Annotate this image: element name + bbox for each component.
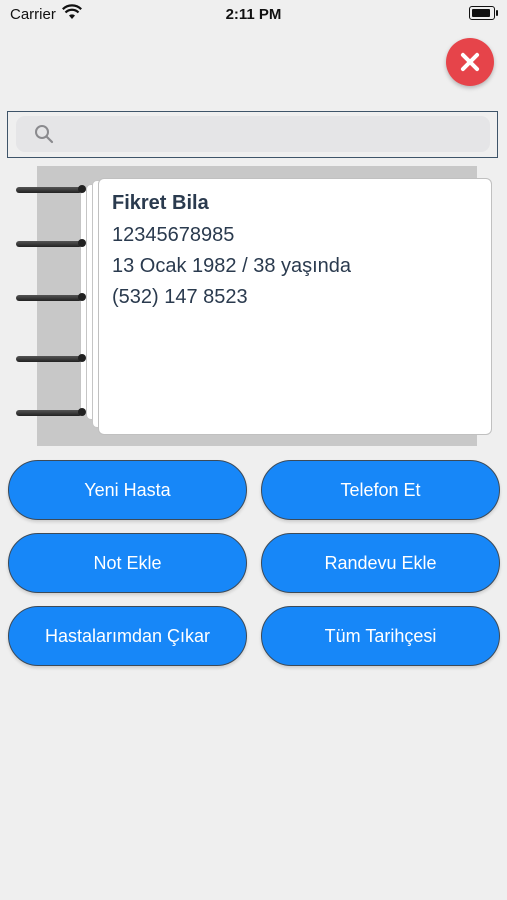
add-note-button[interactable]: Not Ekle (8, 533, 247, 593)
search-bar (7, 111, 498, 158)
patient-phone: (532) 147 8523 (112, 286, 248, 308)
remove-patient-button[interactable]: Hastalarımdan Çıkar (8, 606, 247, 666)
binder-ring (16, 185, 86, 193)
patient-name: Fikret Bila (112, 192, 209, 214)
patient-id-number: 12345678985 (112, 224, 235, 246)
binder-ring (16, 239, 86, 247)
binder-ring (16, 293, 86, 301)
patient-birth-age: 13 Ocak 1982 / 38 yaşında (112, 255, 352, 277)
search-field[interactable] (16, 116, 490, 152)
clock: 2:11 PM (225, 6, 282, 23)
binder-ring (16, 408, 86, 416)
battery-icon (469, 6, 498, 20)
binder-ring (16, 354, 86, 362)
add-appointment-button[interactable]: Randevu Ekle (261, 533, 500, 593)
call-button[interactable]: Telefon Et (261, 460, 500, 520)
search-icon (35, 125, 54, 144)
status-bar: Carrier 2:11 PM (0, 0, 507, 28)
close-button[interactable] (446, 38, 494, 86)
search-input[interactable] (62, 122, 486, 148)
full-history-button[interactable]: Tüm Tarihçesi (261, 606, 500, 666)
new-patient-button[interactable]: Yeni Hasta (8, 460, 247, 520)
